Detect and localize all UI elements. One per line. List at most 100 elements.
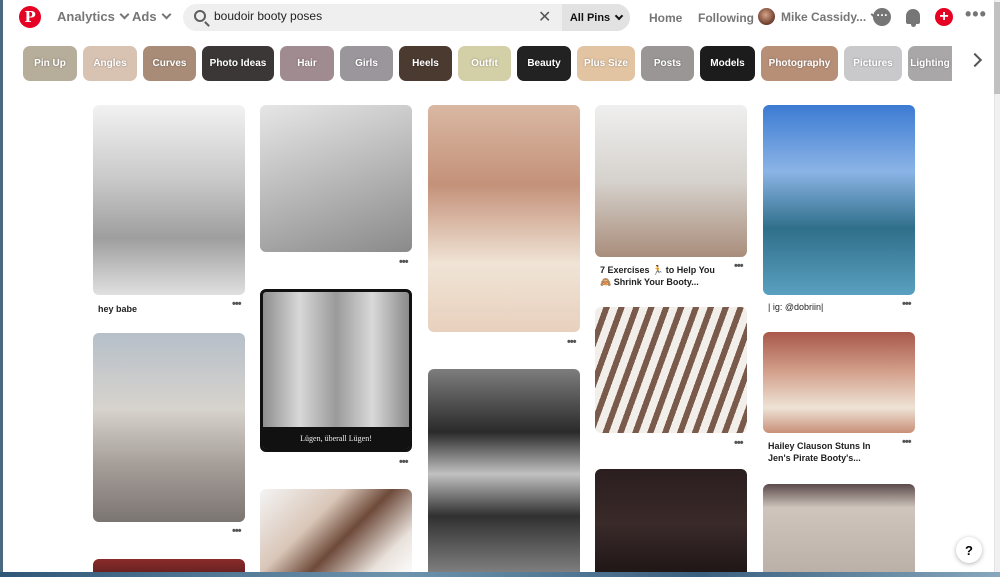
chip-posts[interactable]: Posts xyxy=(641,46,694,81)
pin-card[interactable]: 7 Exercises 🏃 to Help You 🙈 Shrink Your … xyxy=(595,105,747,295)
user-name: Mike Cassidy... xyxy=(781,9,867,24)
search-scope-label: All Pins xyxy=(569,11,611,24)
create-plus-icon[interactable]: + xyxy=(935,8,953,26)
search-scope-dropdown[interactable]: All Pins xyxy=(562,4,630,31)
chip-girls[interactable]: Girls xyxy=(340,46,393,81)
avatar xyxy=(758,8,775,25)
desktop-background xyxy=(0,572,1000,577)
pin-image[interactable] xyxy=(763,105,915,295)
chip-label: Heels xyxy=(412,58,439,69)
chip-plus-size[interactable]: Plus Size xyxy=(577,46,635,81)
pin-image[interactable] xyxy=(763,484,915,572)
pin-card[interactable]: ••• xyxy=(428,105,580,350)
pin-card[interactable]: ••• xyxy=(93,333,245,543)
chip-photo-ideas[interactable]: Photo Ideas xyxy=(202,46,274,81)
search-icon xyxy=(194,10,206,22)
chip-hair[interactable]: Hair xyxy=(280,46,334,81)
chip-label: Curves xyxy=(152,58,187,69)
pin-image[interactable] xyxy=(595,307,747,433)
pin-card[interactable]: ••• xyxy=(595,307,747,452)
following-link[interactable]: Following xyxy=(698,11,754,25)
pin-title: Hailey Clauson Stuns In Jen's Pirate Boo… xyxy=(768,441,871,463)
chip-lighting[interactable]: Lighting xyxy=(908,46,952,81)
help-button[interactable]: ? xyxy=(956,537,982,563)
pin-card[interactable] xyxy=(763,484,915,572)
pin-card[interactable] xyxy=(260,489,412,572)
pin-image[interactable] xyxy=(428,105,580,332)
chip-photography[interactable]: Photography xyxy=(761,46,838,81)
search-input[interactable] xyxy=(214,9,514,23)
scrollbar[interactable] xyxy=(994,0,1000,572)
chip-label: Lighting xyxy=(910,58,950,69)
chevron-down-icon xyxy=(614,11,624,20)
pin-image[interactable] xyxy=(93,333,245,522)
chevron-right-icon[interactable] xyxy=(967,52,983,68)
chip-label: Plus Size xyxy=(584,58,628,69)
search-bar: ✕ All Pins xyxy=(183,4,630,31)
chip-label: Pictures xyxy=(853,58,893,69)
pin-caption: Lügen, überall Lügen! xyxy=(263,427,409,449)
pin-more-options-icon[interactable]: ••• xyxy=(232,525,242,537)
chip-curves[interactable]: Curves xyxy=(143,46,196,81)
chip-outfit[interactable]: Outfit xyxy=(458,46,511,81)
chip-pictures[interactable]: Pictures xyxy=(844,46,902,81)
chip-label: Posts xyxy=(653,58,682,69)
pin-card[interactable] xyxy=(428,369,580,572)
browser-window: P Analytics Ads ✕ All Pins Home Followin… xyxy=(0,0,1000,572)
notifications-bell-icon[interactable] xyxy=(906,9,920,27)
chip-pin-up[interactable]: Pin Up xyxy=(23,46,77,81)
pin-card[interactable] xyxy=(93,559,245,572)
pin-image[interactable]: Lügen, überall Lügen! xyxy=(260,289,412,452)
chip-label: Photo Ideas xyxy=(209,58,267,69)
pin-title: 7 Exercises 🏃 to Help You 🙈 Shrink Your … xyxy=(600,265,715,287)
pinterest-logo-icon[interactable]: P xyxy=(19,6,41,28)
pin-more-options-icon[interactable]: ••• xyxy=(902,436,912,448)
pin-image[interactable] xyxy=(260,489,412,572)
guided-search-chips: Pin Up Angles Curves Photo Ideas Hair Gi… xyxy=(23,46,952,81)
pin-more-options-icon[interactable]: ••• xyxy=(399,456,409,468)
chevron-down-icon xyxy=(119,9,130,20)
pin-image[interactable] xyxy=(763,332,915,433)
more-options-icon[interactable]: ••• xyxy=(965,4,986,24)
pin-card[interactable]: ••• xyxy=(260,105,412,270)
chip-label: Outfit xyxy=(471,58,498,69)
ads-menu[interactable]: Ads xyxy=(132,9,172,24)
pin-card[interactable] xyxy=(595,469,747,572)
pin-card[interactable]: | ig: @dobriin| ••• xyxy=(763,105,915,315)
pin-title: hey babe xyxy=(98,304,138,314)
chip-label: Pin Up xyxy=(34,58,66,69)
pin-image[interactable] xyxy=(93,105,245,295)
messages-icon[interactable] xyxy=(873,5,891,26)
chevron-down-icon xyxy=(161,9,172,20)
home-link[interactable]: Home xyxy=(649,11,682,25)
chip-label: Girls xyxy=(355,58,378,69)
chip-label: Models xyxy=(710,58,745,69)
pin-more-options-icon[interactable]: ••• xyxy=(232,298,242,310)
pin-image[interactable] xyxy=(428,369,580,572)
pin-more-options-icon[interactable]: ••• xyxy=(399,256,409,268)
analytics-label: Analytics xyxy=(57,9,115,24)
pin-image[interactable] xyxy=(93,559,245,572)
chip-angles[interactable]: Angles xyxy=(83,46,137,81)
user-profile-menu[interactable]: Mike Cassidy... xyxy=(758,8,881,25)
chip-models[interactable]: Models xyxy=(700,46,755,81)
pin-image[interactable] xyxy=(595,105,747,257)
pin-card[interactable]: Lügen, überall Lügen! ••• xyxy=(260,289,412,471)
clear-search-icon[interactable]: ✕ xyxy=(538,7,551,27)
pin-title: | ig: @dobriin| xyxy=(768,302,824,312)
pin-more-options-icon[interactable]: ••• xyxy=(902,298,912,310)
pin-more-options-icon[interactable]: ••• xyxy=(734,437,744,449)
chip-heels[interactable]: Heels xyxy=(399,46,452,81)
chip-label: Angles xyxy=(93,58,127,69)
pin-image[interactable] xyxy=(260,105,412,252)
chip-label: Hair xyxy=(297,58,317,69)
pin-image[interactable] xyxy=(595,469,747,572)
analytics-menu[interactable]: Analytics xyxy=(57,9,130,24)
pin-more-options-icon[interactable]: ••• xyxy=(567,336,577,348)
pin-more-options-icon[interactable]: ••• xyxy=(734,260,744,272)
scrollbar-thumb[interactable] xyxy=(994,2,1000,94)
ads-label: Ads xyxy=(132,9,157,24)
pin-card[interactable]: hey babe ••• xyxy=(93,105,245,315)
pin-card[interactable]: Hailey Clauson Stuns In Jen's Pirate Boo… xyxy=(763,332,915,472)
chip-beauty[interactable]: Beauty xyxy=(517,46,571,81)
